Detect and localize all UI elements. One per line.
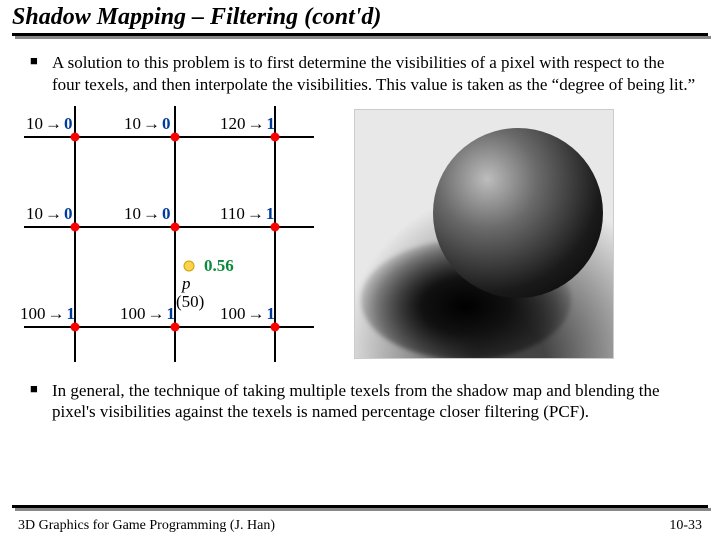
- label-r1c1: 10→0: [124, 204, 171, 224]
- figure-row: 10→0 10→0 120→1 10→0 10→0 110→1 100→1 10…: [24, 106, 696, 362]
- label-p-depth: (50): [176, 292, 204, 312]
- label-r0c0: 10→0: [26, 114, 73, 134]
- footer: 3D Graphics for Game Programming (J. Han…: [0, 518, 720, 534]
- label-r1c0: 10→0: [26, 204, 73, 224]
- footer-right: 10-33: [669, 518, 702, 534]
- label-r0c1: 10→0: [124, 114, 171, 134]
- label-p: p: [182, 274, 191, 294]
- point-p: [184, 260, 195, 271]
- slide-title: Shadow Mapping – Filtering (cont'd): [0, 0, 720, 33]
- label-p-value: 0.56: [204, 256, 234, 276]
- bullet-item-1: A solution to this problem is to first d…: [24, 52, 696, 96]
- title-underline: [12, 33, 708, 38]
- footer-divider: [12, 505, 708, 510]
- label-r2c0: 100→1: [20, 304, 75, 324]
- bullet-item-2: In general, the technique of taking mult…: [24, 380, 696, 424]
- label-r2c2: 100→1: [220, 304, 275, 324]
- sphere-render: [354, 109, 614, 359]
- label-r1c2: 110→1: [220, 204, 274, 224]
- footer-left: 3D Graphics for Game Programming (J. Han…: [18, 518, 275, 534]
- grid-diagram: 10→0 10→0 120→1 10→0 10→0 110→1 100→1 10…: [24, 106, 324, 362]
- label-r2c1: 100→1: [120, 304, 175, 324]
- label-r0c2: 120→1: [220, 114, 275, 134]
- content-area: A solution to this problem is to first d…: [0, 38, 720, 423]
